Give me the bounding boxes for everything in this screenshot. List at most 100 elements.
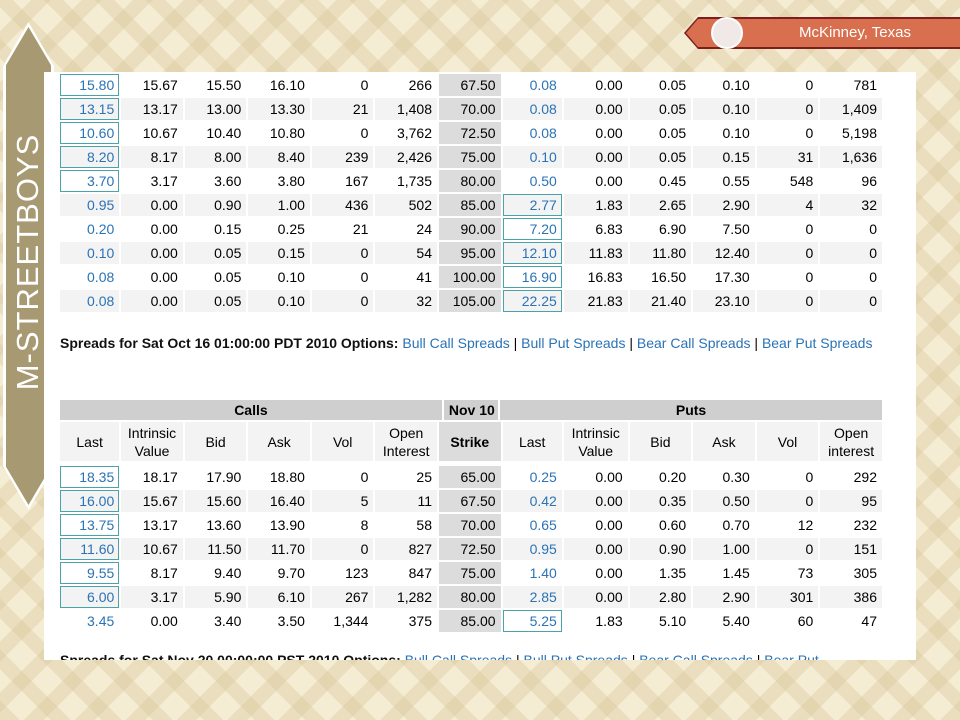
last-price-link[interactable]: 0.10 [502, 146, 562, 168]
table-cell: 15.67 [121, 74, 183, 96]
last-price-link[interactable]: 0.95 [502, 538, 562, 560]
table-cell: 95 [820, 490, 882, 512]
last-price-link[interactable]: 0.20 [60, 218, 120, 240]
table-cell: 0 [756, 98, 819, 120]
table-cell: 0.10 [693, 98, 755, 120]
table-cell: 0.35 [629, 490, 692, 512]
table-cell: 2.90 [693, 194, 755, 216]
table-cell: 0 [311, 242, 374, 264]
last-price-link[interactable]: 10.60 [60, 122, 120, 144]
table-cell: 15.67 [121, 490, 183, 512]
column-header: Vol [311, 422, 374, 461]
table-cell: 239 [311, 146, 374, 168]
oct-bull-call-link[interactable]: Bull Call Spreads [402, 335, 509, 351]
oct-bull-put-link[interactable]: Bull Put Spreads [521, 335, 625, 351]
last-price-link[interactable]: 0.08 [502, 74, 562, 96]
last-price-link[interactable]: 2.85 [502, 586, 562, 608]
table-cell: 3,762 [375, 122, 437, 144]
table-cell: 0.00 [121, 242, 183, 264]
last-price-link[interactable]: 0.42 [502, 490, 562, 512]
last-price-link[interactable]: 18.35 [60, 466, 120, 488]
last-price-link[interactable]: 22.25 [502, 290, 562, 312]
table-cell: 21 [311, 98, 374, 120]
table-cell: 0.25 [248, 218, 310, 240]
table-row: 0.08 0.00 0.05 0.10 0 32 105.00 22.25 21.83 21.40… [60, 290, 882, 312]
last-price-link[interactable]: 8.20 [60, 146, 120, 168]
nov-bear-call-link[interactable]: Bear Call Spreads [639, 652, 753, 660]
last-price-link[interactable]: 0.10 [60, 242, 120, 264]
strike-cell: 65.00 [439, 466, 501, 488]
last-price-link[interactable]: 3.45 [60, 610, 120, 632]
last-price-link[interactable]: 0.65 [502, 514, 562, 536]
table-cell: 8 [311, 514, 374, 536]
table-cell: 0.00 [563, 146, 628, 168]
nov-bear-put-link[interactable]: Bear Put [764, 652, 818, 660]
nov-bull-put-link[interactable]: Bull Put Spreads [524, 652, 628, 660]
oct-options-table: 15.80 15.67 15.50 16.10 0 266 67.50 0.08 0.00 0.0… [58, 72, 884, 314]
separator: | [631, 652, 636, 660]
strike-cell: 75.00 [439, 562, 501, 584]
table-row: 15.80 15.67 15.50 16.10 0 266 67.50 0.08 0.00 0.0… [60, 74, 882, 96]
last-price-link[interactable]: 5.25 [502, 610, 562, 632]
column-header: Open Interest [375, 422, 437, 461]
table-cell: 3.50 [248, 610, 310, 632]
table-cell: 8.00 [184, 146, 247, 168]
table-cell: 3.60 [184, 170, 247, 192]
table-cell: 1.00 [248, 194, 310, 216]
calls-header: Calls [60, 400, 442, 420]
last-price-link[interactable]: 0.08 [60, 290, 120, 312]
strike-cell: 80.00 [439, 586, 501, 608]
table-cell: 2,426 [375, 146, 437, 168]
last-price-link[interactable]: 7.20 [502, 218, 562, 240]
column-header: Ask [248, 422, 310, 461]
strike-cell: 75.00 [439, 146, 501, 168]
strike-cell: 105.00 [439, 290, 501, 312]
table-cell: 0 [311, 122, 374, 144]
table-cell: 10.80 [248, 122, 310, 144]
last-price-link[interactable]: 0.08 [502, 122, 562, 144]
table-cell: 5.40 [693, 610, 755, 632]
table-cell: 32 [375, 290, 437, 312]
last-price-link[interactable]: 0.25 [502, 466, 562, 488]
last-price-link[interactable]: 1.40 [502, 562, 562, 584]
table-cell: 292 [820, 466, 882, 488]
table-cell: 0.50 [693, 490, 755, 512]
table-cell: 305 [820, 562, 882, 584]
table-cell: 0.00 [563, 514, 628, 536]
column-header: Open interest [820, 422, 882, 461]
last-price-link[interactable]: 12.10 [502, 242, 562, 264]
nov-bull-call-link[interactable]: Bull Call Spreads [405, 652, 512, 660]
table-cell: 167 [311, 170, 374, 192]
table-cell: 41 [375, 266, 437, 288]
last-price-link[interactable]: 2.77 [502, 194, 562, 216]
last-price-link[interactable]: 0.08 [502, 98, 562, 120]
separator: | [629, 335, 633, 351]
table-cell: 0.00 [563, 466, 628, 488]
table-cell: 13.17 [121, 98, 183, 120]
table-cell: 5.90 [184, 586, 247, 608]
last-price-link[interactable]: 0.50 [502, 170, 562, 192]
table-cell: 0.00 [121, 266, 183, 288]
last-price-link[interactable]: 13.15 [60, 98, 120, 120]
table-cell: 5.10 [629, 610, 692, 632]
oct-bear-call-link[interactable]: Bear Call Spreads [637, 335, 751, 351]
table-cell: 5 [311, 490, 374, 512]
options-table-screenshot: 15.80 15.67 15.50 16.10 0 266 67.50 0.08 0.00 0.0… [44, 72, 916, 660]
last-price-link[interactable]: 9.55 [60, 562, 120, 584]
last-price-link[interactable]: 11.60 [60, 538, 120, 560]
table-cell: 15.50 [184, 74, 247, 96]
last-price-link[interactable]: 15.80 [60, 74, 120, 96]
last-price-link[interactable]: 16.00 [60, 490, 120, 512]
last-price-link[interactable]: 13.75 [60, 514, 120, 536]
last-price-link[interactable]: 6.00 [60, 586, 120, 608]
last-price-link[interactable]: 0.95 [60, 194, 120, 216]
table-cell: 21.40 [629, 290, 692, 312]
table-row: 6.00 3.17 5.90 6.10 267 1,282 80.00 2.85 0.00 2.8… [60, 586, 882, 608]
oct-bear-put-link[interactable]: Bear Put Spreads [762, 335, 873, 351]
last-price-link[interactable]: 16.90 [502, 266, 562, 288]
table-cell: 0.10 [248, 266, 310, 288]
last-price-link[interactable]: 3.70 [60, 170, 120, 192]
table-cell: 16.10 [248, 74, 310, 96]
table-row: 11.60 10.67 11.50 11.70 0 827 72.50 0.95 0.00 0.9… [60, 538, 882, 560]
last-price-link[interactable]: 0.08 [60, 266, 120, 288]
